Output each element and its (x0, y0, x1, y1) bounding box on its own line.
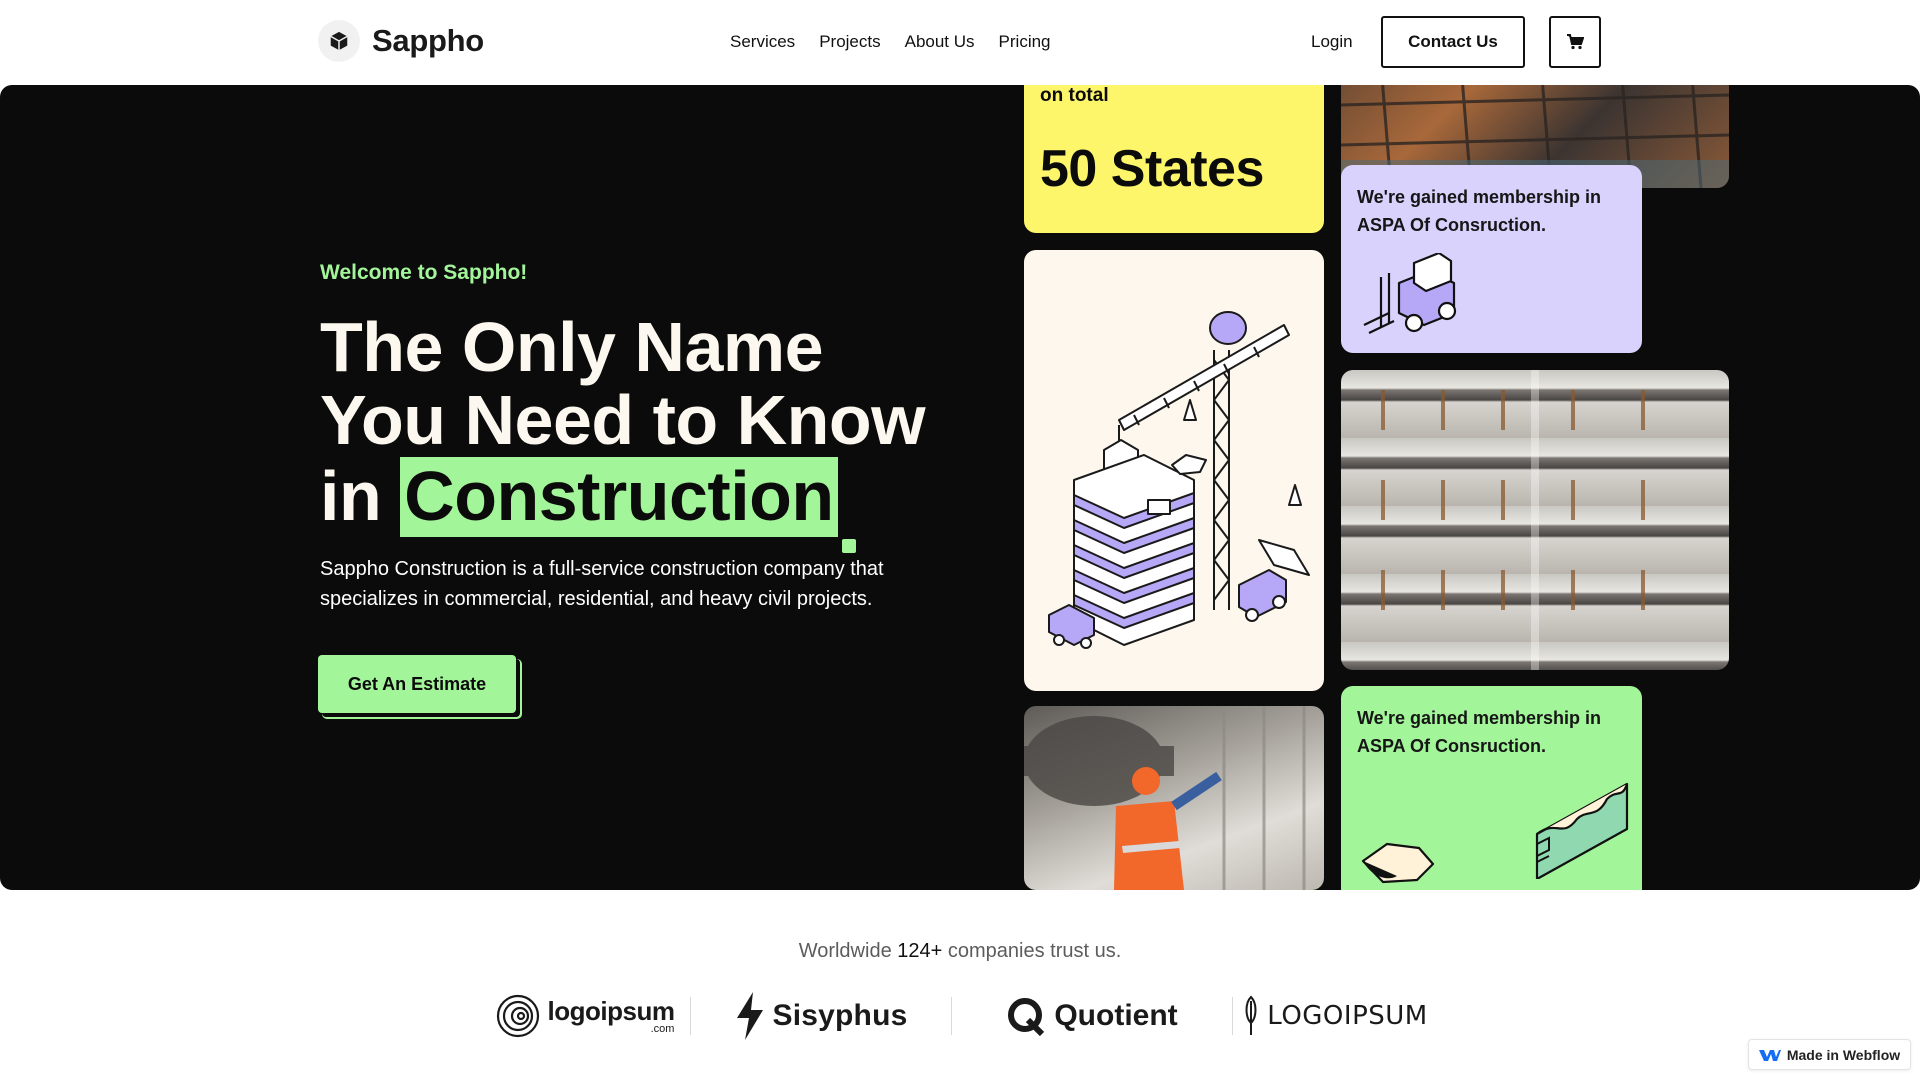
membership-card-green: We're gained membership in ASPA Of Consr… (1341, 686, 1642, 890)
logo2-name: Sisyphus (772, 999, 908, 1032)
q-logo-icon (1008, 998, 1045, 1036)
webflow-icon (1758, 1049, 1781, 1061)
building-floors-photo (1341, 370, 1729, 670)
stairs-block-icon (1535, 782, 1629, 879)
logo3-name: Quotient (1054, 999, 1178, 1032)
main-nav: Services Projects About Us Pricing (730, 32, 1051, 52)
construction-illustration-card (1024, 250, 1324, 691)
navbar: Sappho Services Projects About Us Pricin… (0, 0, 1920, 85)
hero-section: Welcome to Sappho! The Only Name You Nee… (0, 85, 1920, 890)
leaf-logo-icon (1245, 995, 1257, 1035)
trust-suffix: companies trust us. (947, 940, 1122, 962)
trust-prefix: Worldwide (798, 940, 892, 962)
cube-icon (318, 20, 360, 62)
hero-description: Sappho Construction is a full-service co… (320, 558, 884, 610)
client-logo-logoipsum: logoipsum .com (480, 994, 690, 1038)
headline-highlight: Construction (400, 457, 856, 553)
made-in-webflow-badge[interactable]: Made in Webflow (1748, 1039, 1911, 1070)
nav-link-projects[interactable]: Projects (819, 32, 880, 52)
stat-caption: on total (1040, 85, 1109, 106)
headline-line-2: You Need to Know (320, 381, 926, 459)
client-logo-quotient: Quotient (952, 996, 1232, 1036)
membership-text: We're gained membership in ASPA Of Consr… (1357, 187, 1602, 235)
spiral-logo-icon (496, 994, 539, 1038)
states-stat-card: on total 50 States (1024, 85, 1324, 233)
client-logo-sisyphus: Sisyphus (691, 992, 951, 1040)
client-logo-logoipsum-2: LOGOIPSUM (1233, 995, 1438, 1037)
cart-button[interactable] (1549, 16, 1601, 68)
brand-name: Sappho (372, 23, 484, 58)
get-estimate-button[interactable]: Get An Estimate (318, 655, 516, 713)
cart-icon (1567, 34, 1584, 50)
webflow-label: Made in Webflow (1786, 1046, 1901, 1063)
hero-headline: The Only Name You Need to Know in Constr… (320, 308, 926, 553)
client-logos: logoipsum .com Sisyphus Quotient LOGOIPS… (480, 988, 1440, 1044)
stat-value: 50 States (1040, 140, 1264, 198)
forklift-icon (1363, 253, 1457, 334)
headline-line-1: The Only Name (320, 308, 824, 386)
nav-link-about-us[interactable]: About Us (905, 32, 975, 52)
headline-prefix: in (320, 457, 382, 535)
hero-welcome: Welcome to Sappho! (320, 261, 528, 284)
headline-line-3: in Construction (320, 457, 925, 553)
nav-link-pricing[interactable]: Pricing (999, 32, 1051, 52)
crane-building-illustration (1048, 311, 1310, 649)
rock-icon (1361, 842, 1435, 884)
trust-count: 124+ (897, 940, 943, 962)
contact-us-button[interactable]: Contact Us (1381, 16, 1525, 68)
membership-card-purple: We're gained membership in ASPA Of Consr… (1341, 165, 1642, 353)
worker-photo (1024, 706, 1324, 890)
trust-statement: Worldwide 124+ companies trust us. (0, 940, 1920, 963)
logo4-name: LOGOIPSUM (1267, 1001, 1428, 1031)
login-link[interactable]: Login (1311, 32, 1353, 52)
nav-link-services[interactable]: Services (730, 32, 795, 52)
logo1-suffix: .com (650, 1022, 675, 1035)
bolt-logo-icon (736, 992, 763, 1040)
logo1-name: logoipsum (547, 995, 675, 1026)
membership-text: We're gained membership in ASPA Of Consr… (1357, 708, 1602, 756)
brand-logo[interactable]: Sappho (318, 20, 484, 62)
